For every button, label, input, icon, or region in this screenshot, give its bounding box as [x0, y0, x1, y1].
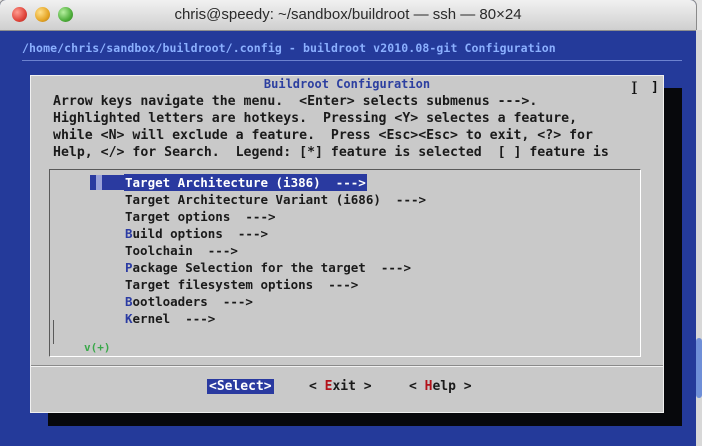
menu-item-kernel[interactable]: Kernel ---> — [50, 310, 640, 327]
config-path-line: /home/chris/sandbox/buildroot/.config - … — [22, 41, 556, 55]
menu-item-bootloaders[interactable]: Bootloaders ---> — [50, 293, 640, 310]
menu-item-label: Target Architecture (i386) ---> — [124, 174, 367, 191]
menu-item-target-options[interactable]: Target options ---> — [50, 208, 640, 225]
window-title: chris@speedy: ~/sandbox/buildroot — ssh … — [174, 6, 522, 23]
menu-item-toolchain[interactable]: Toolchain ---> — [50, 242, 640, 259]
scrollbar-thumb[interactable] — [696, 338, 702, 398]
button-bar: <Select> < Exit > < Help > — [31, 379, 663, 397]
menu-item-label: Build options ---> — [125, 226, 268, 241]
menu-item-label: Target Architecture Variant (i686) ---> — [125, 192, 427, 207]
buildroot-config-dialog: Buildroot Configuration I ] Arrow keys n… — [30, 75, 664, 413]
help-text: Arrow keys navigate the menu. <Enter> se… — [53, 93, 653, 161]
help-line: while <N> will exclude a feature. Press … — [53, 128, 593, 143]
help-line: Arrow keys navigate the menu. <Enter> se… — [53, 94, 538, 109]
title-bar[interactable]: chris@speedy: ~/sandbox/buildroot — ssh … — [0, 0, 696, 31]
terminal-window: chris@speedy: ~/sandbox/buildroot — ssh … — [0, 0, 696, 446]
menu-item-label: Target options ---> — [125, 209, 276, 224]
path-divider — [22, 60, 682, 61]
menu-item-label: Toolchain ---> — [125, 243, 238, 258]
menu-item-label: Kernel ---> — [125, 311, 216, 326]
exit-button[interactable]: < Exit > — [309, 379, 372, 394]
help-line: Highlighted letters are hotkeys. Pressin… — [53, 111, 578, 126]
menu-list: Target Architecture (i386) ---> Target A… — [50, 174, 640, 327]
help-button[interactable]: < Help > — [409, 379, 472, 394]
menu-item-package-selection[interactable]: Package Selection for the target ---> — [50, 259, 640, 276]
menu-item-build-options[interactable]: Build options ---> — [50, 225, 640, 242]
box-edge-mark — [53, 320, 54, 344]
menu-item-target-architecture-variant[interactable]: Target Architecture Variant (i686) ---> — [50, 191, 640, 208]
menu-item-target-architecture[interactable]: Target Architecture (i386) ---> — [50, 174, 640, 191]
selection-marker-accent — [96, 175, 102, 190]
window-scrollbar[interactable] — [696, 30, 702, 446]
more-items-indicator: v(+) — [84, 341, 111, 354]
menu-box: Target Architecture (i386) ---> Target A… — [49, 169, 641, 357]
button-divider-highlight — [31, 366, 663, 367]
select-button[interactable]: <Select> — [207, 379, 274, 394]
dialog-title: Buildroot Configuration — [256, 77, 438, 91]
menu-item-target-filesystem-options[interactable]: Target filesystem options ---> — [50, 276, 640, 293]
help-line: Help, </> for Search. Legend: [*] featur… — [53, 145, 609, 160]
menu-item-label: Bootloaders ---> — [125, 294, 253, 309]
menu-item-label: Package Selection for the target ---> — [125, 260, 411, 275]
menu-item-label: Target filesystem options ---> — [125, 277, 359, 292]
